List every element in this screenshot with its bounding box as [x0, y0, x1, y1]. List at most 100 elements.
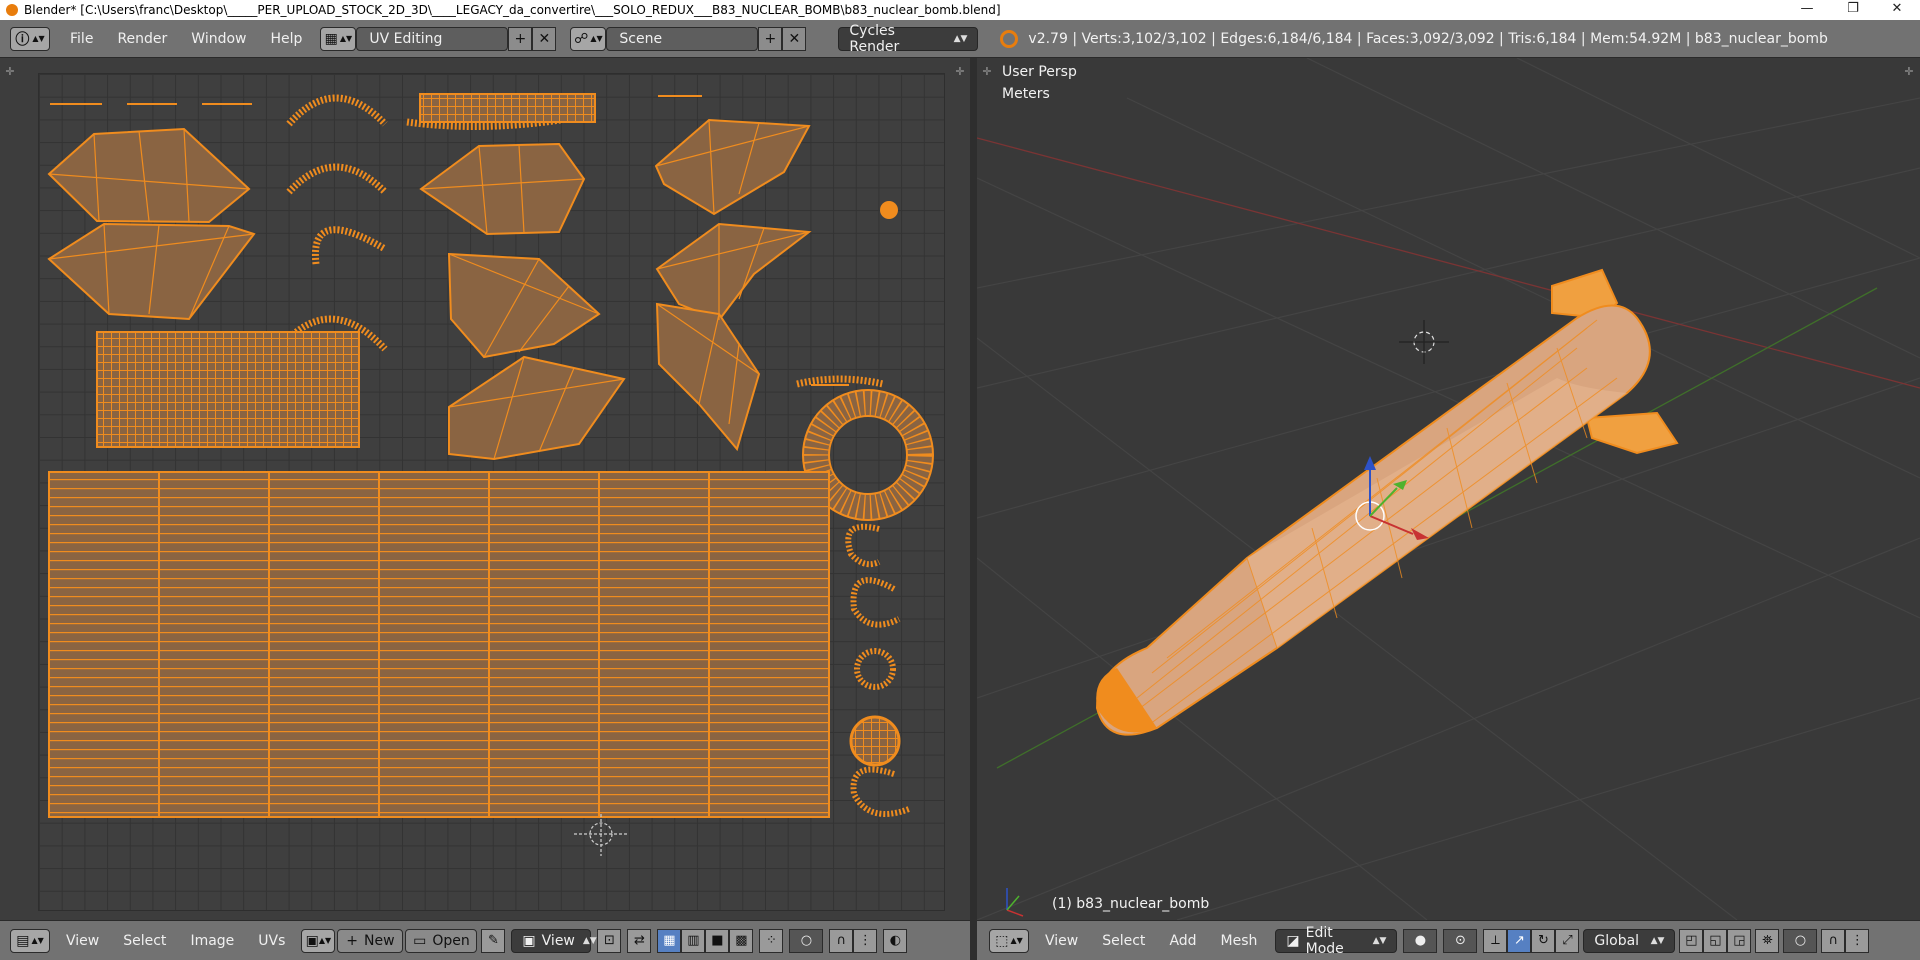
orientation-label: Global — [1594, 932, 1640, 949]
window-titlebar: Blender* [C:\Users\franc\Desktop\_____PE… — [0, 0, 1920, 20]
uv-island-ring — [803, 390, 933, 520]
area-split-icon[interactable]: ✛ — [4, 66, 16, 78]
menu-render[interactable]: Render — [105, 31, 179, 47]
restore-button[interactable]: ❐ — [1830, 0, 1876, 20]
cube-icon: ⬚ — [995, 932, 1009, 949]
face-select-mode-button[interactable]: ◲ — [1727, 928, 1752, 953]
menu-help[interactable]: Help — [258, 31, 314, 47]
face-select-button[interactable]: ■ — [705, 928, 730, 953]
channels-icon: ◐ — [889, 933, 902, 948]
plus-icon: + — [764, 30, 777, 47]
new-image-button[interactable]: + New — [337, 928, 404, 953]
info-header: ⓘ ▲▼ File Render Window Help ▦ ▲▼ UV Editi… — [0, 20, 1920, 58]
channels-button[interactable]: ◐ — [883, 928, 908, 953]
arrow-icon: ↗ — [1513, 933, 1525, 948]
proportional-edit-button[interactable]: ○ — [789, 928, 824, 953]
uv-island-grid-block — [96, 331, 360, 448]
vertex-select-icon: ◰ — [1685, 933, 1698, 948]
uv-menu-image[interactable]: Image — [178, 933, 246, 949]
uv-menu-view[interactable]: View — [54, 933, 111, 949]
pivot-point-dropdown[interactable]: ⊙ — [1443, 928, 1478, 953]
close-window-button[interactable]: ✕ — [1874, 0, 1920, 20]
updown-icon: ▲▼ — [953, 33, 968, 44]
minimize-button[interactable]: — — [1784, 0, 1830, 20]
vertex-select-button[interactable]: ▦ — [657, 928, 682, 953]
area-split-icon[interactable]: ✛ — [954, 66, 966, 78]
editor-type-image-button[interactable]: ▤ ▲▼ — [10, 928, 50, 953]
3d-menu-mesh[interactable]: Mesh — [1209, 933, 1270, 949]
screen-layout-field[interactable]: UV Editing — [356, 26, 509, 51]
translate-manipulator-button[interactable]: ↗ — [1507, 928, 1532, 953]
view3d-area[interactable]: User Persp Meters (1) b83_nuclear_bomb ✛… — [977, 58, 1920, 920]
screen-layout-icon-button[interactable]: ▦ ▲▼ — [320, 26, 357, 51]
browse-image-button[interactable]: ▣ ▲▼ — [301, 928, 336, 953]
sticky-select-button[interactable]: ⁘ — [759, 928, 784, 953]
snap-element-button[interactable]: ⋮ — [853, 928, 878, 953]
area-splitter[interactable] — [970, 58, 977, 960]
vertex-select-mode-button[interactable]: ◰ — [1679, 928, 1704, 953]
info-icon: ⓘ — [15, 31, 30, 48]
render-engine-dropdown[interactable]: Cycles Render ▲▼ — [838, 23, 979, 55]
proportional-edit-button[interactable]: ○ — [1783, 928, 1818, 953]
rotate-icon: ↻ — [1537, 933, 1549, 948]
uv-menu-uvs[interactable]: UVs — [246, 933, 297, 949]
uv-menu-select[interactable]: Select — [111, 933, 178, 949]
uv-view-mode-dropdown[interactable]: ▣ View ▲▼ — [511, 928, 597, 953]
uv-grid-canvas[interactable] — [38, 73, 945, 911]
shading-dropdown[interactable]: ● — [1403, 928, 1438, 953]
window-title: Blender* [C:\Users\franc\Desktop\_____PE… — [24, 3, 1001, 17]
manipulator-toggle[interactable]: ⟂ — [1483, 928, 1508, 953]
menu-file[interactable]: File — [58, 31, 105, 47]
3d-menu-add[interactable]: Add — [1157, 933, 1208, 949]
area-split-icon[interactable]: ✛ — [981, 66, 993, 78]
3d-menu-view[interactable]: View — [1033, 933, 1090, 949]
orientation-dropdown[interactable]: Global ▲▼ — [1583, 928, 1676, 953]
add-scene-button[interactable]: + — [758, 26, 783, 51]
manipulator-icon: ⟂ — [1491, 933, 1500, 948]
menu-window[interactable]: Window — [179, 31, 258, 47]
uv-islands — [47, 93, 934, 856]
remove-scene-button[interactable]: ✕ — [782, 26, 807, 51]
edge-select-mode-button[interactable]: ◱ — [1703, 928, 1728, 953]
uv-editor-header: ▤ ▲▼ View Select Image UVs ▣ ▲▼ + New ▭ Open… — [0, 920, 970, 960]
snap-button[interactable]: ∩ — [1821, 928, 1846, 953]
x-icon: ✕ — [788, 30, 801, 47]
proportional-icon: ○ — [1794, 933, 1807, 948]
editor-type-3dview-button[interactable]: ⬚ ▲▼ — [989, 928, 1029, 953]
scene-field[interactable]: Scene — [606, 26, 759, 51]
layout-icon: ▦ — [324, 30, 338, 47]
3d-menu-select[interactable]: Select — [1090, 933, 1157, 949]
scale-manipulator-button[interactable]: ⤢ — [1555, 928, 1580, 953]
snap-element-icon: ⋮ — [858, 933, 872, 948]
uv-editor-area[interactable]: ✛ ✛ — [0, 58, 970, 920]
pivot-button[interactable]: ⊡ — [597, 928, 622, 953]
magnet-icon: ∩ — [1828, 933, 1839, 948]
snap-button[interactable]: ∩ — [829, 928, 854, 953]
view-icon: ▣ — [522, 932, 536, 949]
scene-icon: ☍ — [574, 30, 589, 47]
open-image-button[interactable]: ▭ Open — [405, 928, 478, 953]
pin-image-button[interactable]: ✎ — [481, 928, 506, 953]
proportional-icon: ○ — [800, 933, 813, 948]
edge-select-button[interactable]: ▥ — [681, 928, 706, 953]
snap-element-button[interactable]: ⋮ — [1845, 928, 1870, 953]
pivot-icon: ⊡ — [603, 933, 615, 948]
x-icon: ✕ — [538, 30, 551, 47]
area-split-icon[interactable]: ✛ — [1903, 66, 1915, 78]
render-engine-label: Cycles Render — [849, 22, 900, 55]
limit-selection-button[interactable]: ⛯ — [1755, 928, 1780, 953]
editor-type-info-button[interactable]: ⓘ ▲▼ — [10, 26, 50, 51]
3d-cursor — [1399, 320, 1449, 364]
scene-icon-button[interactable]: ☍ ▲▼ — [570, 26, 607, 51]
pivot-icon: ⊙ — [1454, 933, 1466, 948]
mode-dropdown[interactable]: ◪ Edit Mode ▲▼ — [1275, 925, 1398, 957]
remove-screen-button[interactable]: ✕ — [532, 26, 557, 51]
uv-view-label: View — [541, 932, 575, 949]
island-select-button[interactable]: ▩ — [729, 928, 754, 953]
uv-island-disc — [849, 715, 901, 767]
plus-icon: + — [514, 30, 527, 47]
sync-selection-button[interactable]: ⇄ — [627, 928, 652, 953]
add-screen-button[interactable]: + — [508, 26, 533, 51]
folder-icon: ▭ — [413, 932, 427, 949]
rotate-manipulator-button[interactable]: ↻ — [1531, 928, 1556, 953]
